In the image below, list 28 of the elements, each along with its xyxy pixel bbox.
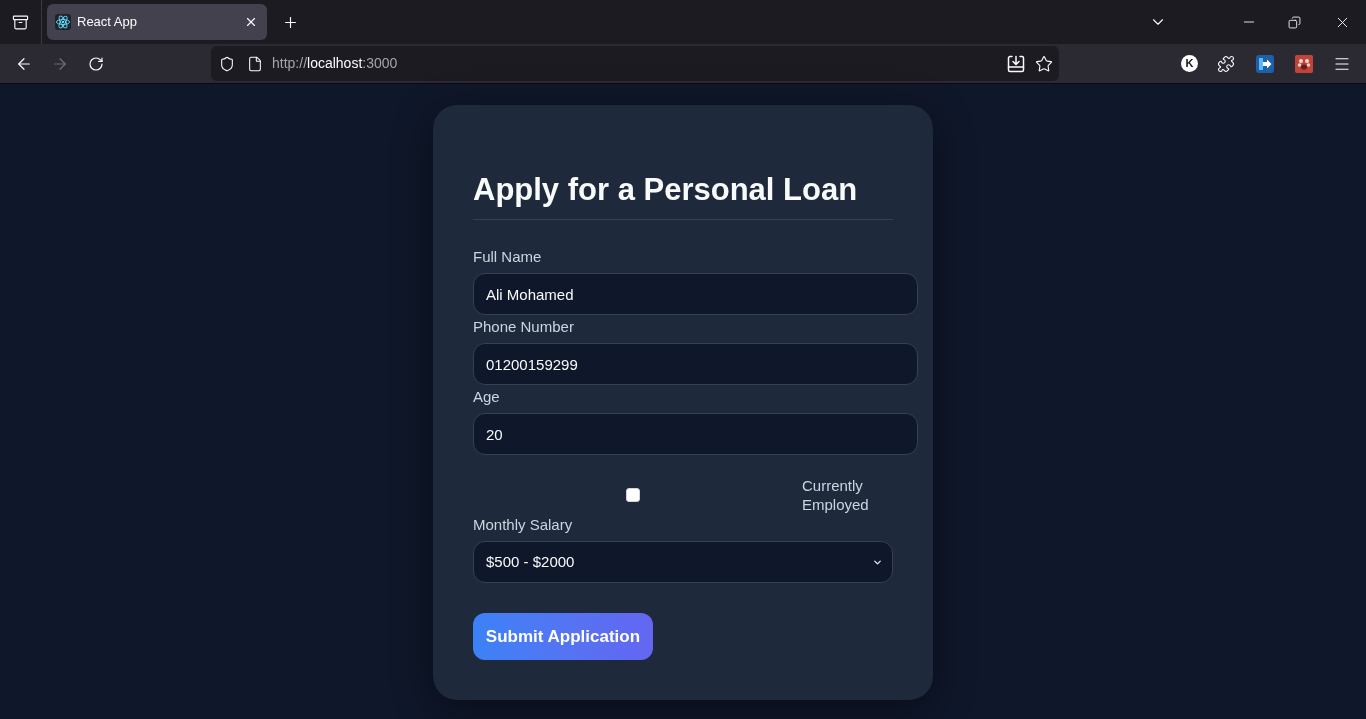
puzzle-icon[interactable] xyxy=(1217,54,1235,73)
star-icon[interactable] xyxy=(1035,54,1053,73)
arrow-tile-icon[interactable] xyxy=(1256,54,1274,73)
form-title: Apply for a Personal Loan xyxy=(473,171,859,209)
tray-icon[interactable] xyxy=(12,13,29,31)
field-label: Phone Number xyxy=(473,317,574,337)
input-field[interactable]: 20 xyxy=(473,413,918,455)
select-field[interactable]: $500 - $2000 xyxy=(473,541,893,583)
checkbox-label: Currently Employed xyxy=(802,476,870,514)
paw-tile-icon[interactable] xyxy=(1295,54,1313,73)
field-label: Monthly Salary xyxy=(473,515,573,535)
address-bar[interactable]: http://localhost:3000 xyxy=(211,46,1059,81)
shield-icon[interactable] xyxy=(219,55,235,72)
field-label: Full Name xyxy=(473,247,542,267)
close-icon[interactable] xyxy=(244,15,258,29)
url-text[interactable]: http://localhost:3000 xyxy=(272,53,1007,74)
submit-button[interactable]: Submit Application xyxy=(473,613,653,660)
restore-icon[interactable] xyxy=(1288,15,1301,29)
field-label: Age xyxy=(473,387,500,407)
browser-tab[interactable]: React App xyxy=(47,4,267,40)
extension-icon[interactable]: K xyxy=(1181,55,1198,72)
input-field[interactable]: 01200159299 xyxy=(473,343,918,385)
input-field[interactable]: Ali Mohamed xyxy=(473,273,918,315)
reload-icon[interactable] xyxy=(88,55,104,72)
download-icon[interactable] xyxy=(1007,54,1025,73)
page-icon[interactable] xyxy=(247,55,263,72)
atom-icon xyxy=(55,14,71,30)
checkbox[interactable] xyxy=(626,488,640,502)
